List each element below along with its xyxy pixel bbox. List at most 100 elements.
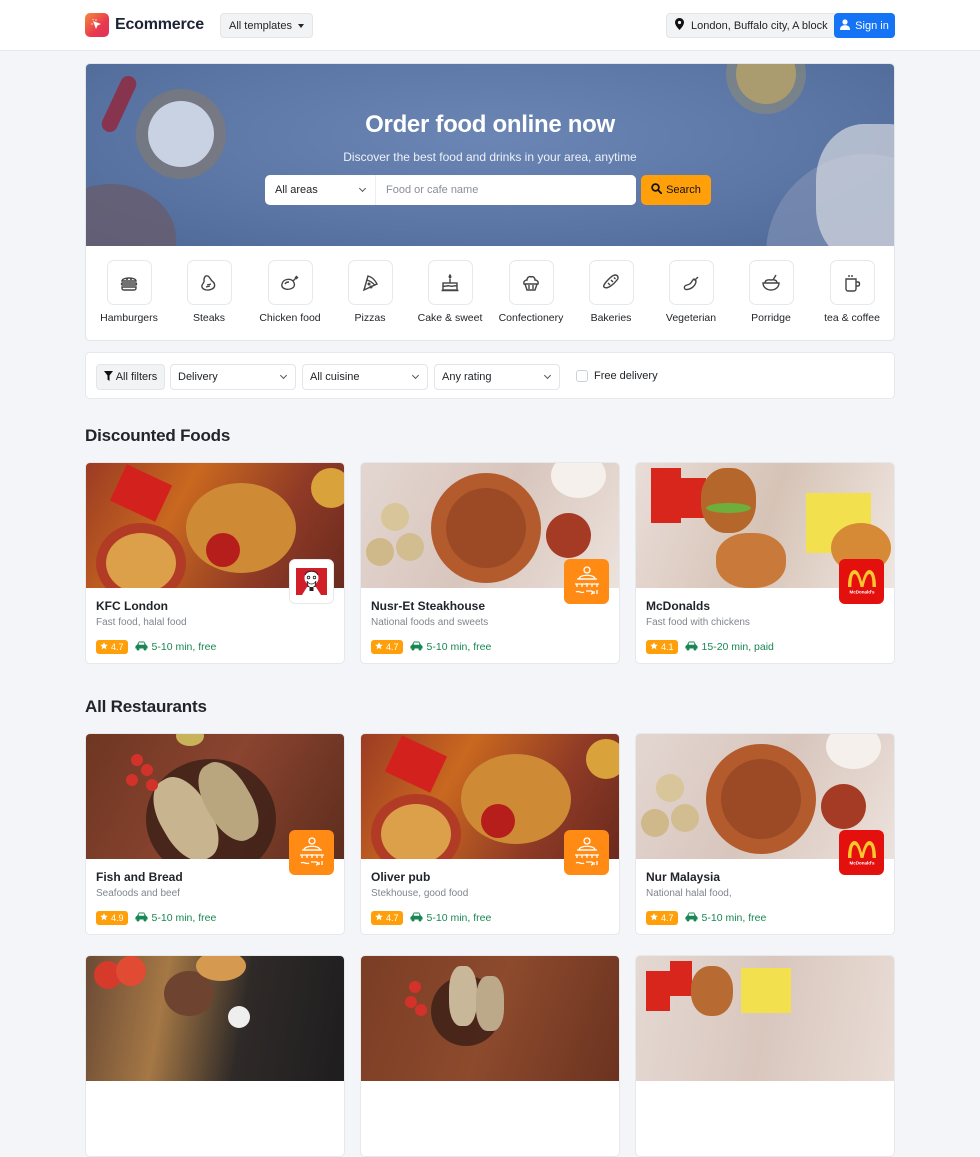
food-search-input[interactable] [376, 175, 636, 205]
category-porridge[interactable]: Porridge [731, 260, 811, 324]
cup-icon [829, 260, 875, 305]
all-restaurants-heading: All Restaurants [85, 697, 207, 716]
search-button[interactable]: Search [641, 175, 711, 205]
delivery-select-value: Delivery [178, 371, 218, 383]
delivery-info: 5-10 min, free [684, 912, 767, 925]
filter-bar: All filters Delivery All cuisine Any rat… [85, 352, 895, 399]
category-label: Porridge [751, 312, 791, 324]
category-vegeterian[interactable]: Vegeterian [651, 260, 731, 324]
restaurant-card[interactable]: McDonald's Nur Malaysia National halal f… [635, 733, 895, 935]
category-tea-coffee[interactable]: tea & coffee [812, 260, 892, 324]
search-icon [651, 183, 663, 197]
restaurant-card-partial[interactable] [85, 955, 345, 1157]
restaurant-description: National halal food, [646, 888, 732, 899]
area-select[interactable]: All areas [265, 175, 376, 205]
location-button[interactable]: London, Buffalo city, A block [666, 13, 837, 38]
map-pin-icon [675, 18, 684, 33]
food-photo [361, 956, 619, 1081]
delivery-select[interactable]: Delivery [170, 364, 296, 390]
restaurant-card[interactable]: Fish and Bread Seafoods and beef 4.9 5-1… [85, 733, 345, 935]
burger-icon [106, 260, 152, 305]
mandi-logo-icon [564, 830, 609, 875]
user-icon [840, 18, 851, 33]
free-delivery-label: Free delivery [594, 370, 658, 382]
checkbox[interactable] [576, 370, 588, 382]
category-label: Confectionery [498, 312, 564, 324]
brand-name: Ecommerce [115, 16, 204, 33]
restaurant-card[interactable]: Oliver pub Stekhouse, good food 4.7 5-10… [360, 733, 620, 935]
category-label: Chicken food [259, 312, 321, 324]
rating-select-value: Any rating [442, 371, 492, 383]
mcdonalds-logo-icon: McDonald's [839, 559, 884, 604]
soup-bowl-decoration [86, 184, 176, 246]
restaurant-description: Stekhouse, good food [371, 888, 469, 899]
chevron-down-icon [279, 371, 288, 380]
all-filters-button[interactable]: All filters [96, 364, 165, 390]
rating-badge: 4.7 [646, 911, 678, 925]
car-icon [134, 912, 148, 925]
hero-subtitle: Discover the best food and drinks in you… [343, 150, 637, 164]
category-confectionery[interactable]: Confectionery [491, 260, 571, 324]
kfc-logo-icon [289, 559, 334, 604]
category-label: tea & coffee [824, 312, 880, 324]
rating-value: 4.7 [386, 913, 399, 923]
restaurant-card-partial[interactable] [360, 955, 620, 1157]
restaurant-card[interactable]: Nusr-Et Steakhouse National foods and sw… [360, 462, 620, 664]
search-group: All areas [265, 175, 636, 205]
restaurant-description: National foods and sweets [371, 617, 489, 628]
rating-badge: 4.1 [646, 640, 678, 654]
category-cake-sweet[interactable]: Cake & sweet [410, 260, 490, 324]
rating-badge: 4.7 [371, 911, 403, 925]
rating-badge: 4.7 [96, 640, 128, 654]
rating-badge: 4.7 [371, 640, 403, 654]
svg-text:McDonald's: McDonald's [849, 589, 875, 594]
category-chicken-food[interactable]: Chicken food [250, 260, 330, 324]
chicken-icon [267, 260, 313, 305]
category-pizzas[interactable]: Pizzas [330, 260, 410, 324]
mcdonalds-logo-icon: McDonald's [839, 830, 884, 875]
chevron-down-icon [358, 184, 367, 193]
category-label: Steaks [192, 312, 226, 324]
bread-icon [588, 260, 634, 305]
free-delivery-checkbox[interactable]: Free delivery [576, 370, 658, 382]
eggplant-icon [668, 260, 714, 305]
all-filters-label: All filters [115, 371, 158, 383]
mandi-logo-icon [289, 830, 334, 875]
star-icon [100, 913, 108, 923]
bread-decoration [816, 124, 894, 246]
all-templates-dropdown[interactable]: All templates [220, 13, 313, 38]
category-steaks[interactable]: Steaks [169, 260, 249, 324]
steak-icon [186, 260, 232, 305]
cake-icon [427, 260, 473, 305]
category-hamburgers[interactable]: Hamburgers [89, 260, 169, 324]
search-button-label: Search [666, 184, 701, 196]
delivery-text: 5-10 min, free [426, 912, 492, 924]
chevron-down-icon [411, 371, 420, 380]
category-bakeries[interactable]: Bakeries [571, 260, 651, 324]
discounted-foods-heading: Discounted Foods [85, 426, 231, 445]
rating-value: 4.7 [111, 642, 124, 652]
car-icon [684, 641, 698, 654]
delivery-info: 5-10 min, free [134, 641, 216, 654]
car-icon [684, 912, 698, 925]
top-navbar: Ecommerce All templates London, Buffalo … [0, 0, 980, 51]
rating-select[interactable]: Any rating [434, 364, 560, 390]
star-icon [375, 913, 383, 923]
restaurant-card-partial[interactable] [635, 955, 895, 1157]
car-icon [409, 641, 423, 654]
restaurant-description: Fast food, halal food [96, 617, 187, 628]
star-icon [650, 642, 658, 652]
rating-value: 4.9 [111, 913, 124, 923]
caret-down-icon [297, 23, 304, 28]
restaurant-card[interactable]: KFC London Fast food, halal food 4.7 5-1… [85, 462, 345, 664]
cuisine-select-value: All cuisine [310, 371, 360, 383]
filter-icon [103, 370, 113, 384]
sign-in-button[interactable]: Sign in [834, 13, 895, 38]
cuisine-select[interactable]: All cuisine [302, 364, 428, 390]
delivery-info: 15-20 min, paid [684, 641, 774, 654]
brand[interactable]: Ecommerce [85, 13, 204, 37]
delivery-text: 5-10 min, free [701, 912, 767, 924]
restaurant-description: Fast food with chickens [646, 617, 750, 628]
restaurant-card[interactable]: McDonald's McDonalds Fast food with chic… [635, 462, 895, 664]
location-label: London, Buffalo city, A block [691, 19, 828, 32]
